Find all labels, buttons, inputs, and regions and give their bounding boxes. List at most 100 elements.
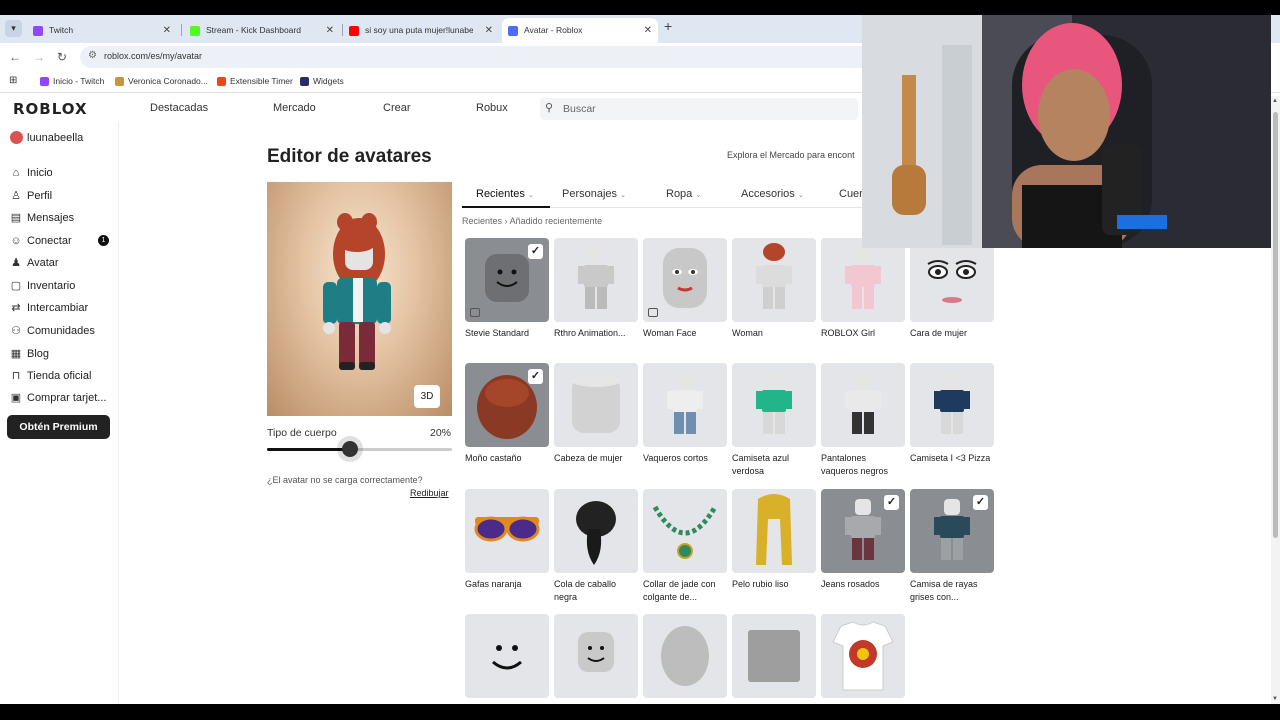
avatar-preview[interactable] — [267, 182, 452, 416]
item-thumbnail[interactable] — [732, 363, 816, 447]
tab-cuerpo[interactable]: Cuer — [839, 188, 863, 200]
item-name[interactable]: ROBLOX Girl — [821, 327, 905, 353]
site-info-icon[interactable]: ⚙ — [88, 50, 97, 61]
nav-robux[interactable]: Robux — [476, 102, 508, 114]
avatar-item-card[interactable]: Rthro Animation... — [554, 238, 638, 353]
bookmark-twitch[interactable]: Inicio - Twitch — [40, 76, 104, 86]
close-tab-icon[interactable]: ✕ — [644, 18, 652, 43]
item-thumbnail[interactable] — [732, 614, 816, 698]
item-thumbnail[interactable] — [910, 238, 994, 322]
nav-crear[interactable]: Crear — [383, 102, 411, 114]
item-thumbnail[interactable] — [554, 614, 638, 698]
browser-tab-kick[interactable]: Stream - Kick Dashboard ✕ — [184, 18, 340, 43]
item-name[interactable]: Collar de jade con colgante de... — [643, 578, 727, 604]
item-thumbnail[interactable] — [821, 614, 905, 698]
item-thumbnail[interactable]: ✓ — [465, 238, 549, 322]
avatar-item-card[interactable]: Cara de mujer — [910, 238, 994, 353]
3d-toggle-button[interactable]: 3D — [414, 385, 440, 408]
item-thumbnail[interactable] — [643, 238, 727, 322]
item-name[interactable]: Pelo rubio liso — [732, 578, 816, 604]
sidebar-item-communities[interactable]: ⚇ Comunidades — [9, 324, 114, 340]
sidebar-item-messages[interactable]: ▤ Mensajes — [9, 211, 114, 227]
close-tab-icon[interactable]: ✕ — [163, 18, 171, 43]
nav-destacadas[interactable]: Destacadas — [150, 102, 208, 114]
item-name[interactable]: Woman Face — [643, 327, 727, 353]
avatar-item-card[interactable]: Camiseta I <3 Pizza — [910, 363, 994, 478]
item-thumbnail[interactable] — [643, 614, 727, 698]
tab-recientes[interactable]: Recientes ⌄ — [476, 188, 534, 200]
forward-arrow-icon[interactable]: → — [33, 50, 45, 64]
reload-icon[interactable]: ↻ — [57, 50, 67, 64]
sidebar-item-trade[interactable]: ⇄ Intercambiar — [9, 301, 114, 317]
item-name[interactable]: Woman — [732, 327, 816, 353]
item-name[interactable]: Rthro Animation... — [554, 327, 638, 353]
item-thumbnail[interactable] — [554, 363, 638, 447]
avatar-item-card[interactable]: Collar de jade con colgante de... — [643, 489, 727, 604]
item-name[interactable]: Moño castaño — [465, 452, 549, 478]
sidebar-item-blog[interactable]: ▦ Blog — [9, 347, 114, 363]
close-tab-icon[interactable]: ✕ — [326, 18, 334, 43]
bookmark-veronica[interactable]: Veronica Coronado... — [115, 76, 208, 86]
bookmark-timer[interactable]: Extensible Timer — [217, 76, 293, 86]
item-thumbnail[interactable]: ✓ — [821, 489, 905, 573]
item-thumbnail[interactable] — [732, 238, 816, 322]
avatar-item-card[interactable]: ✓ Camisa de rayas grises con... — [910, 489, 994, 604]
item-name[interactable]: Camisa de rayas grises con... — [910, 578, 994, 604]
item-name[interactable]: Vaqueros cortos — [643, 452, 727, 478]
tab-personajes[interactable]: Personajes ⌄ — [562, 188, 626, 200]
search-input[interactable]: ⚲ Buscar — [540, 98, 858, 120]
sidebar-item-avatar[interactable]: ♟ Avatar — [9, 256, 114, 272]
body-type-slider[interactable] — [267, 441, 452, 457]
back-arrow-icon[interactable]: ← — [9, 50, 21, 64]
sidebar-item-profile[interactable]: ♙ Perfil — [9, 189, 114, 205]
browser-tab-youtube[interactable]: si soy una puta mujer!lunabella ✕ — [343, 18, 499, 43]
redraw-link[interactable]: Redibujar — [410, 488, 449, 498]
item-thumbnail[interactable] — [554, 489, 638, 573]
avatar-item-card[interactable]: ✓ Jeans rosados — [821, 489, 905, 604]
page-scrollbar[interactable]: ▲ ▼ — [1271, 96, 1280, 704]
item-thumbnail[interactable] — [821, 363, 905, 447]
sidebar-item-home[interactable]: ⌂ Inicio — [9, 166, 114, 182]
item-thumbnail[interactable] — [643, 489, 727, 573]
item-thumbnail[interactable] — [732, 489, 816, 573]
get-premium-button[interactable]: Obtén Premium — [7, 415, 110, 439]
browser-tab-twitch[interactable]: Twitch ✕ — [27, 18, 177, 43]
avatar-item-card[interactable]: Vaqueros cortos — [643, 363, 727, 478]
tab-ropa[interactable]: Ropa ⌄ — [666, 188, 701, 200]
avatar-item-card[interactable]: Pelo rubio liso — [732, 489, 816, 604]
sidebar-item-connect[interactable]: ☺ Conectar 1 — [9, 234, 114, 250]
item-name[interactable]: Camiseta azul verdosa — [732, 452, 816, 478]
explore-marketplace-link[interactable]: Explora el Mercado para encont — [727, 150, 867, 160]
breadcrumb-recientes[interactable]: Recientes — [462, 216, 502, 226]
item-thumbnail[interactable] — [465, 489, 549, 573]
item-name[interactable]: Jeans rosados — [821, 578, 905, 604]
avatar-item-card[interactable]: ✓ Stevie Standard — [465, 238, 549, 353]
item-name[interactable]: Camiseta I <3 Pizza — [910, 452, 994, 478]
new-tab-icon[interactable]: + — [664, 18, 672, 34]
avatar-item-card[interactable]: Cabeza de mujer — [554, 363, 638, 478]
item-name[interactable]: Cola de caballo negra — [554, 578, 638, 604]
item-thumbnail[interactable] — [643, 363, 727, 447]
tab-accesorios[interactable]: Accesorios ⌄ — [741, 188, 804, 200]
avatar-item-card[interactable]: Camiseta azul verdosa — [732, 363, 816, 478]
avatar-item-card[interactable]: Woman Face — [643, 238, 727, 353]
slider-thumb[interactable] — [342, 441, 359, 457]
item-thumbnail[interactable] — [821, 238, 905, 322]
scroll-up-icon[interactable]: ▲ — [1272, 98, 1278, 104]
sidebar-item-gift-card[interactable]: ▣ Comprar tarjet... — [9, 391, 114, 407]
item-thumbnail[interactable]: ✓ — [910, 489, 994, 573]
sidebar-item-inventory[interactable]: ▢ Inventario — [9, 279, 114, 295]
item-thumbnail[interactable] — [910, 363, 994, 447]
apps-grid-icon[interactable]: ⊞ — [9, 75, 17, 86]
scroll-down-icon[interactable]: ▼ — [1272, 696, 1278, 702]
avatar-item-card[interactable]: ROBLOX Girl — [821, 238, 905, 353]
item-name[interactable]: Cabeza de mujer — [554, 452, 638, 478]
bookmark-widgets[interactable]: Widgets — [300, 76, 344, 86]
item-thumbnail[interactable] — [465, 614, 549, 698]
close-tab-icon[interactable]: ✕ — [485, 18, 493, 43]
avatar-item-card[interactable]: Pantalones vaqueros negros — [821, 363, 905, 478]
item-name[interactable]: Cara de mujer — [910, 327, 994, 353]
avatar-item-card[interactable]: Gafas naranja — [465, 489, 549, 604]
avatar-item-card[interactable]: Woman — [732, 238, 816, 353]
item-name[interactable]: Pantalones vaqueros negros — [821, 452, 905, 478]
